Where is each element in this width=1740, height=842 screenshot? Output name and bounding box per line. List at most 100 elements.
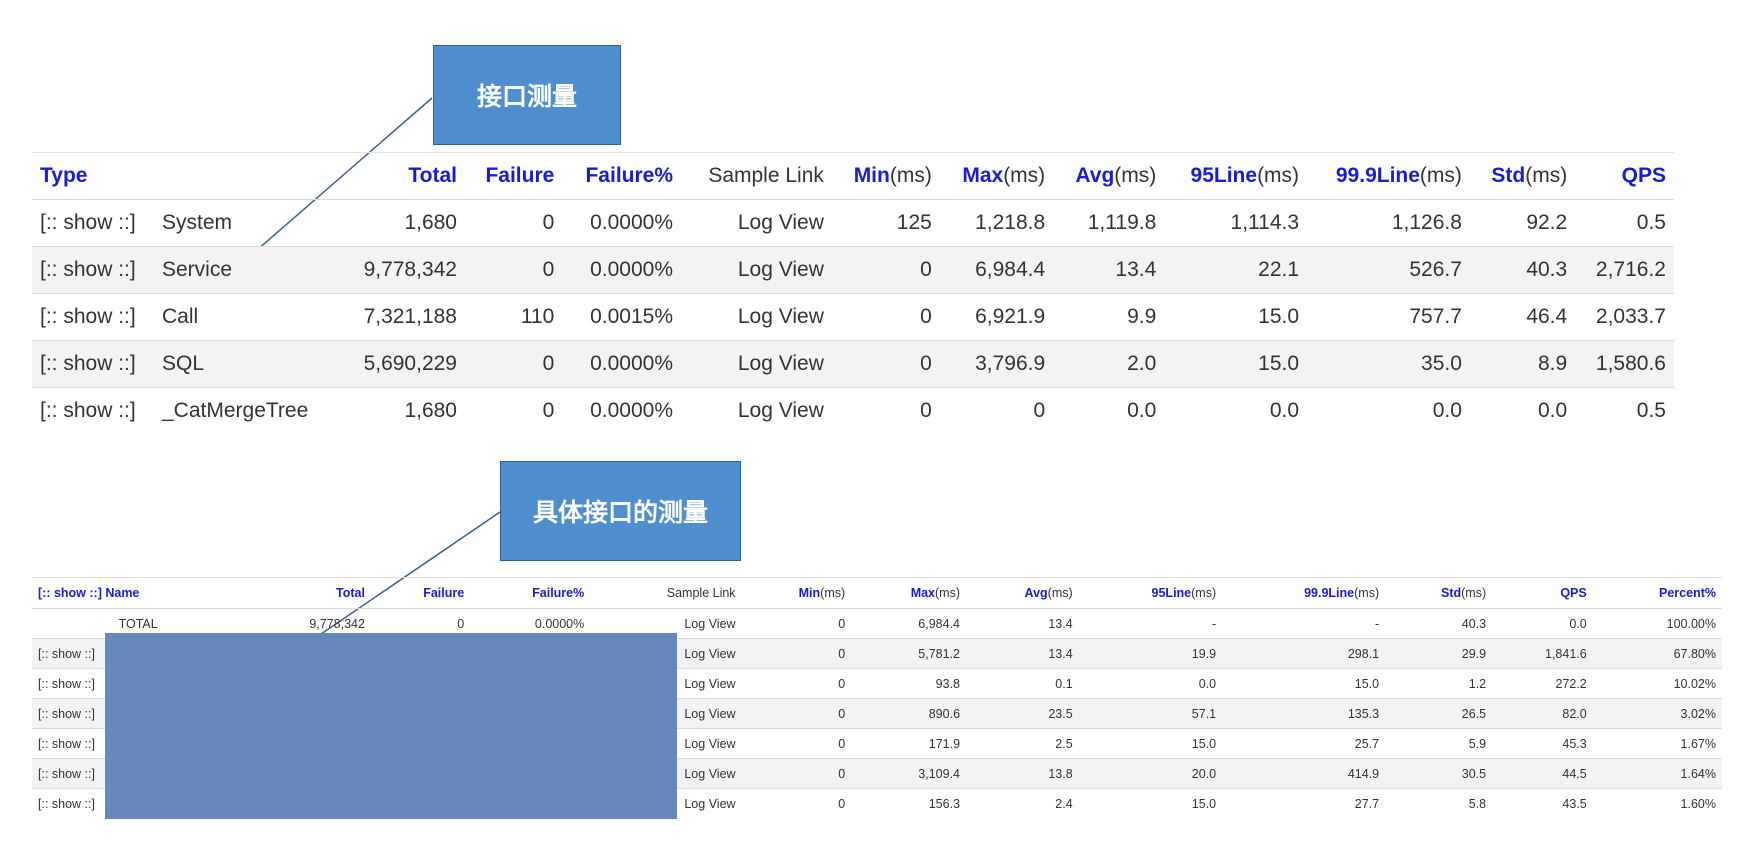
std-cell: 40.3 bbox=[1385, 608, 1493, 639]
avg-cell: 9.9 bbox=[1053, 293, 1165, 341]
failure-pct-cell: 0.0015% bbox=[562, 293, 682, 341]
log-view-link[interactable]: Log View bbox=[681, 293, 832, 341]
header-95line[interactable]: 95Line(ms) bbox=[1078, 577, 1223, 609]
header-max[interactable]: Max(ms) bbox=[851, 577, 967, 609]
min-cell: 0 bbox=[741, 728, 852, 759]
avg-cell: 0.0 bbox=[1053, 387, 1165, 434]
total-cell: 7,321,188 bbox=[339, 293, 465, 341]
header-avg[interactable]: Avg(ms) bbox=[966, 577, 1079, 609]
transaction-type-table: Type Total Failure Failure% Sample Link … bbox=[32, 152, 1674, 434]
header-min[interactable]: Min(ms) bbox=[741, 577, 852, 609]
avg-cell: 13.4 bbox=[966, 608, 1079, 639]
line95-cell: 0.0 bbox=[1078, 668, 1223, 699]
type-name[interactable]: Call bbox=[158, 293, 340, 341]
show-toggle[interactable]: [:: show ::] bbox=[32, 293, 158, 341]
header-failure[interactable]: Failure bbox=[465, 152, 563, 200]
header-failure-pct[interactable]: Failure% bbox=[470, 577, 591, 609]
avg-cell: 23.5 bbox=[966, 698, 1079, 729]
show-toggle[interactable]: [:: show ::] bbox=[32, 387, 158, 434]
percent-cell: 67.80% bbox=[1592, 638, 1722, 669]
total-cell: 9,778,342 bbox=[339, 246, 465, 294]
qps-cell: 1,580.6 bbox=[1575, 340, 1674, 388]
show-toggle[interactable]: [:: show ::] bbox=[32, 246, 158, 294]
log-view-link[interactable]: Log View bbox=[681, 199, 832, 247]
line95-cell: 15.0 bbox=[1164, 293, 1308, 341]
line95-cell: 15.0 bbox=[1164, 340, 1308, 388]
percent-cell: 1.60% bbox=[1592, 788, 1722, 818]
header-999line[interactable]: 99.9Line(ms) bbox=[1307, 152, 1470, 200]
header-qps[interactable]: QPS bbox=[1492, 577, 1593, 609]
type-name[interactable]: System bbox=[158, 199, 340, 247]
std-cell: 0.0 bbox=[1469, 387, 1576, 434]
qps-cell: 44.5 bbox=[1492, 758, 1593, 789]
show-toggle[interactable]: [:: show ::] bbox=[32, 199, 158, 247]
max-cell: 5,781.2 bbox=[851, 638, 967, 669]
avg-cell: 2.0 bbox=[1053, 340, 1165, 388]
percent-cell: 100.00% bbox=[1592, 608, 1722, 639]
log-view-link[interactable]: Log View bbox=[681, 246, 832, 294]
header-max[interactable]: Max(ms) bbox=[939, 152, 1054, 200]
max-cell: 6,921.9 bbox=[939, 293, 1054, 341]
header-total[interactable]: Total bbox=[244, 577, 371, 609]
line95-cell: - bbox=[1078, 608, 1223, 639]
failure-cell: 0 bbox=[465, 246, 563, 294]
line999-cell: 135.3 bbox=[1222, 698, 1386, 729]
header-qps[interactable]: QPS bbox=[1575, 152, 1674, 200]
table-row: [:: show ::] System 1,680 0 0.0000% Log View 1… bbox=[32, 199, 1674, 247]
header-sample-link: Sample Link bbox=[590, 577, 742, 609]
header-std[interactable]: Std(ms) bbox=[1385, 577, 1493, 609]
line95-cell: 0.0 bbox=[1164, 387, 1308, 434]
header-failure[interactable]: Failure bbox=[370, 577, 471, 609]
callout-interface-measure: 接口测量 bbox=[433, 45, 621, 145]
min-cell: 0 bbox=[741, 668, 852, 699]
type-name[interactable]: Service bbox=[158, 246, 340, 294]
min-cell: 0 bbox=[741, 638, 852, 669]
min-cell: 0 bbox=[831, 340, 940, 388]
line999-cell: 298.1 bbox=[1222, 638, 1386, 669]
avg-cell: 2.5 bbox=[966, 728, 1079, 759]
header-min[interactable]: Min(ms) bbox=[831, 152, 940, 200]
max-cell: 156.3 bbox=[851, 788, 967, 818]
qps-cell: 1,841.6 bbox=[1492, 638, 1593, 669]
header-type[interactable]: Type bbox=[32, 152, 340, 200]
qps-cell: 43.5 bbox=[1492, 788, 1593, 818]
avg-cell: 13.4 bbox=[966, 638, 1079, 669]
header-999line[interactable]: 99.9Line(ms) bbox=[1222, 577, 1386, 609]
std-cell: 1.2 bbox=[1385, 668, 1493, 699]
header-std[interactable]: Std(ms) bbox=[1469, 152, 1576, 200]
min-cell: 0 bbox=[741, 788, 852, 818]
qps-cell: 2,033.7 bbox=[1575, 293, 1674, 341]
line95-cell: 15.0 bbox=[1078, 728, 1223, 759]
log-view-link[interactable]: Log View bbox=[681, 387, 832, 434]
total-cell: 1,680 bbox=[339, 199, 465, 247]
failure-pct-cell: 0.0000% bbox=[562, 199, 682, 247]
header-95line[interactable]: 95Line(ms) bbox=[1164, 152, 1308, 200]
failure-cell: 0 bbox=[465, 199, 563, 247]
avg-cell: 13.4 bbox=[1053, 246, 1165, 294]
percent-cell: 3.02% bbox=[1592, 698, 1722, 729]
line95-cell: 1,114.3 bbox=[1164, 199, 1308, 247]
type-name[interactable]: _CatMergeTree bbox=[158, 387, 340, 434]
max-cell: 0 bbox=[939, 387, 1054, 434]
failure-cell: 110 bbox=[465, 293, 563, 341]
show-toggle[interactable]: [:: show ::] bbox=[32, 340, 158, 388]
std-cell: 30.5 bbox=[1385, 758, 1493, 789]
header-total[interactable]: Total bbox=[339, 152, 465, 200]
log-view-link[interactable]: Log View bbox=[681, 340, 832, 388]
header-avg[interactable]: Avg(ms) bbox=[1053, 152, 1165, 200]
min-cell: 0 bbox=[831, 387, 940, 434]
header-percent[interactable]: Percent% bbox=[1592, 577, 1722, 609]
failure-cell: 0 bbox=[465, 387, 563, 434]
table-row: [:: show ::] Service 9,778,342 0 0.0000% Log … bbox=[32, 246, 1674, 294]
type-name[interactable]: SQL bbox=[158, 340, 340, 388]
line999-cell: 15.0 bbox=[1222, 668, 1386, 699]
header-show-name[interactable]: [:: show ::] Name bbox=[32, 577, 245, 609]
avg-cell: 0.1 bbox=[966, 668, 1079, 699]
max-cell: 6,984.4 bbox=[851, 608, 967, 639]
qps-cell: 2,716.2 bbox=[1575, 246, 1674, 294]
line95-cell: 22.1 bbox=[1164, 246, 1308, 294]
header-failure-pct[interactable]: Failure% bbox=[562, 152, 682, 200]
table-row: [:: show ::] Call 7,321,188 110 0.0015% Log V… bbox=[32, 293, 1674, 341]
line95-cell: 20.0 bbox=[1078, 758, 1223, 789]
qps-cell: 0.5 bbox=[1575, 387, 1674, 434]
